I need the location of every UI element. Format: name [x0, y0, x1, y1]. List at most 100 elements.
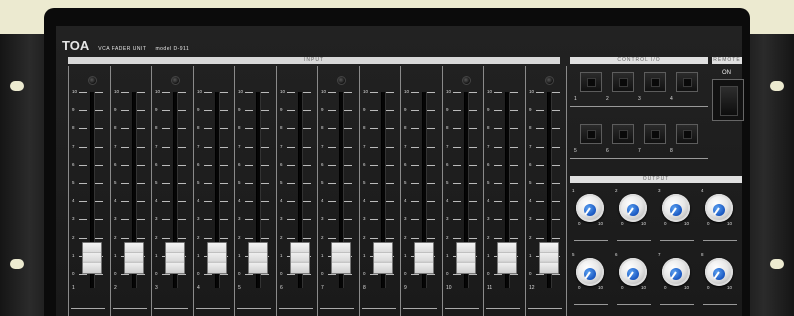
fader-knob[interactable]: [539, 242, 559, 274]
fader-scale-label: 3: [280, 216, 283, 221]
channel-led: [88, 76, 97, 85]
fader-scale-label: 7: [321, 144, 324, 149]
brand-label: TOA VCA FADER UNIT model D-911: [62, 38, 189, 53]
channel-divider: [110, 66, 111, 316]
fader-scale-label: 10: [155, 89, 161, 94]
control-io-switch[interactable]: [612, 124, 634, 144]
control-io-switch-number: 8: [670, 148, 673, 154]
fader-scale-label: 10: [321, 89, 327, 94]
fader-scale-tick: [121, 92, 129, 93]
fader-scale-tick: [137, 238, 145, 239]
fader-knob[interactable]: [290, 242, 310, 274]
fader-scale-tick: [494, 128, 502, 129]
fader-scale-tick: [411, 110, 419, 111]
fader-scale-tick: [427, 274, 435, 275]
fader-scale-tick: [261, 110, 269, 111]
remote-switch[interactable]: [712, 79, 744, 121]
fader-knob[interactable]: [456, 242, 476, 274]
fader-scale-label: 2: [446, 235, 449, 240]
fader-scale-label: 5: [363, 180, 366, 185]
fader-scale-tick: [469, 128, 477, 129]
fader-scale-tick: [386, 201, 394, 202]
fader-scale-tick: [344, 238, 352, 239]
channel-underline: [154, 308, 188, 309]
output-level-knob[interactable]: [619, 194, 647, 222]
fader-scale-tick: [137, 165, 145, 166]
fader-scale-label: 8: [280, 125, 283, 130]
fader-scale-tick: [469, 274, 477, 275]
fader-scale-tick: [510, 92, 518, 93]
channel-number: 2: [114, 285, 117, 291]
control-io-switch[interactable]: [580, 72, 602, 92]
channel-underline: [237, 308, 271, 309]
fader-scale-tick: [245, 147, 253, 148]
fader-knob[interactable]: [331, 242, 351, 274]
fader-scale-tick: [303, 274, 311, 275]
fader-knob[interactable]: [373, 242, 393, 274]
fader-scale-tick: [121, 128, 129, 129]
section-rule: [574, 304, 608, 305]
control-io-switch[interactable]: [612, 72, 634, 92]
channel-underline: [320, 308, 354, 309]
fader-knob[interactable]: [414, 242, 434, 274]
fader-scale-tick: [552, 238, 560, 239]
fader-scale-label: 9: [487, 107, 490, 112]
control-io-switch[interactable]: [676, 124, 698, 144]
mounting-hole: [10, 81, 24, 91]
output-level-knob[interactable]: [662, 258, 690, 286]
fader-scale-tick: [494, 274, 502, 275]
section-rule: [570, 158, 708, 159]
fader-scale-tick: [79, 92, 87, 93]
output-level-knob[interactable]: [705, 258, 733, 286]
remote-switch-rocker[interactable]: [720, 86, 738, 116]
fader-knob[interactable]: [207, 242, 227, 274]
control-io-switch[interactable]: [580, 124, 602, 144]
fader-scale-tick: [494, 165, 502, 166]
fader-scale-label: 10: [238, 89, 244, 94]
fader-scale-label: 6: [155, 162, 158, 167]
control-io-switch[interactable]: [676, 72, 698, 92]
fader-scale-label: 9: [321, 107, 324, 112]
section-rule: [703, 304, 737, 305]
fader-knob[interactable]: [165, 242, 185, 274]
fader-scale-tick: [162, 219, 170, 220]
section-rule: [703, 240, 737, 241]
toa-logo: TOA: [62, 38, 90, 53]
fader-scale-label: 7: [446, 144, 449, 149]
fader-knob[interactable]: [497, 242, 517, 274]
fader-scale-tick: [121, 165, 129, 166]
fader-scale-tick: [469, 165, 477, 166]
fader-scale-tick: [510, 274, 518, 275]
fader-scale-tick: [261, 147, 269, 148]
output-dial-min: 0: [664, 221, 667, 226]
output-dial-number: 3: [658, 188, 661, 193]
output-level-knob[interactable]: [619, 258, 647, 286]
fader-scale-label: 4: [529, 198, 532, 203]
fader-scale-tick: [137, 92, 145, 93]
fader-scale-label: 2: [197, 235, 200, 240]
fader-scale-label: 10: [114, 89, 120, 94]
control-io-switch[interactable]: [644, 124, 666, 144]
fader-knob[interactable]: [124, 242, 144, 274]
fader-scale-tick: [162, 165, 170, 166]
output-dial-min: 0: [578, 285, 581, 290]
fader-scale-label: 10: [446, 89, 452, 94]
channel-divider: [317, 66, 318, 316]
fader-knob[interactable]: [82, 242, 102, 274]
fader-scale-tick: [287, 110, 295, 111]
output-dial-min: 0: [621, 221, 624, 226]
output-level-knob[interactable]: [576, 258, 604, 286]
fader-scale-label: 7: [238, 144, 241, 149]
output-level-knob[interactable]: [662, 194, 690, 222]
fader-scale-tick: [386, 165, 394, 166]
output-level-knob[interactable]: [705, 194, 733, 222]
fader-knob[interactable]: [248, 242, 268, 274]
fader-scale-tick: [552, 110, 560, 111]
output-level-knob[interactable]: [576, 194, 604, 222]
fader-scale-tick: [328, 274, 336, 275]
fader-scale-tick: [536, 128, 544, 129]
control-io-switch[interactable]: [644, 72, 666, 92]
fader-scale-tick: [552, 92, 560, 93]
channel-underline: [528, 308, 562, 309]
fader-scale-tick: [552, 201, 560, 202]
